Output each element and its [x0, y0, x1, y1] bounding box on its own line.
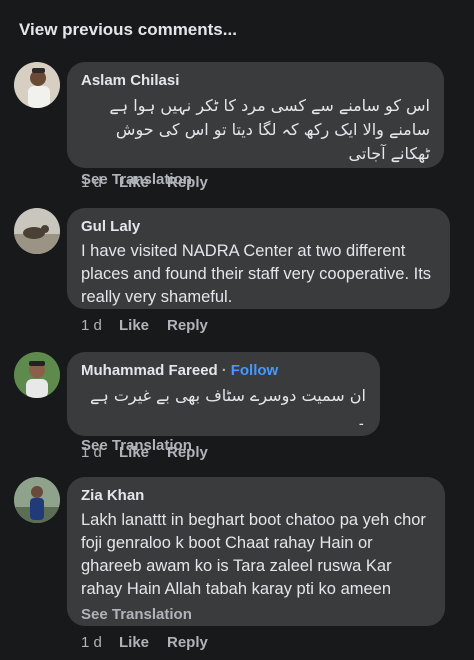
avatar-aslam-chilasi-image: [14, 62, 60, 108]
comment-text: I have visited NADRA Center at two diffe…: [81, 242, 432, 306]
like-button[interactable]: Like: [119, 174, 167, 191]
follow-button[interactable]: Follow: [231, 362, 279, 379]
reply-button[interactable]: Reply: [167, 317, 208, 334]
comment-author[interactable]: Aslam Chilasi: [81, 72, 179, 89]
avatar[interactable]: [14, 208, 60, 254]
like-button[interactable]: Like: [119, 317, 167, 334]
comment-bubble: Muhammad Fareed · Follow ان سمیت دوسرے سٹا…: [67, 352, 380, 454]
comment-timestamp[interactable]: 1 d: [81, 634, 119, 651]
avatar-gul-laly-image: [14, 208, 60, 254]
comment-actions: 1 d Like Reply: [81, 634, 208, 651]
avatar-zia-khan-image: [14, 477, 60, 523]
avatar[interactable]: [14, 62, 60, 108]
reply-button[interactable]: Reply: [167, 444, 208, 461]
comment-bubble: Aslam Chilasi اس کو سامنے سے کسی مرد کا …: [67, 62, 444, 188]
comment-text: اس کو سامنے سے کسی مرد کا ٹکر نہیں ہوا ہ…: [109, 96, 430, 163]
comment-actions: 1 d Like Reply: [81, 317, 208, 334]
like-button[interactable]: Like: [119, 444, 167, 461]
like-button[interactable]: Like: [119, 634, 167, 651]
comment-author[interactable]: Zia Khan: [81, 487, 144, 504]
avatar[interactable]: [14, 477, 60, 523]
comment-actions: 1 d Like Reply: [81, 174, 208, 191]
avatar[interactable]: [14, 352, 60, 398]
separator-dot: ·: [221, 362, 227, 379]
see-translation-link[interactable]: See Translation: [81, 605, 431, 624]
comment-bubble: Zia Khan Lakh lanattt in beghart boot ch…: [67, 477, 445, 626]
reply-button[interactable]: Reply: [167, 634, 208, 651]
comment-timestamp[interactable]: 1 d: [81, 174, 119, 191]
comment-author[interactable]: Gul Laly: [81, 218, 140, 235]
comment-author[interactable]: Muhammad Fareed: [81, 362, 218, 379]
comment-timestamp[interactable]: 1 d: [81, 444, 119, 461]
comment-bubble: Gul Laly I have visited NADRA Center at …: [67, 208, 450, 309]
avatar-muhammad-fareed-image: [14, 352, 60, 398]
comment-actions: 1 d Like Reply: [81, 444, 208, 461]
view-previous-comments-link[interactable]: View previous comments...: [19, 20, 237, 40]
reply-button[interactable]: Reply: [167, 174, 208, 191]
comment-timestamp[interactable]: 1 d: [81, 317, 119, 334]
comment-text: Lakh lanattt in beghart boot chatoo pa y…: [81, 511, 426, 598]
comment-text: ان سمیت دوسرے سٹاف بھی بے غیرت ہے ۔: [90, 386, 366, 429]
